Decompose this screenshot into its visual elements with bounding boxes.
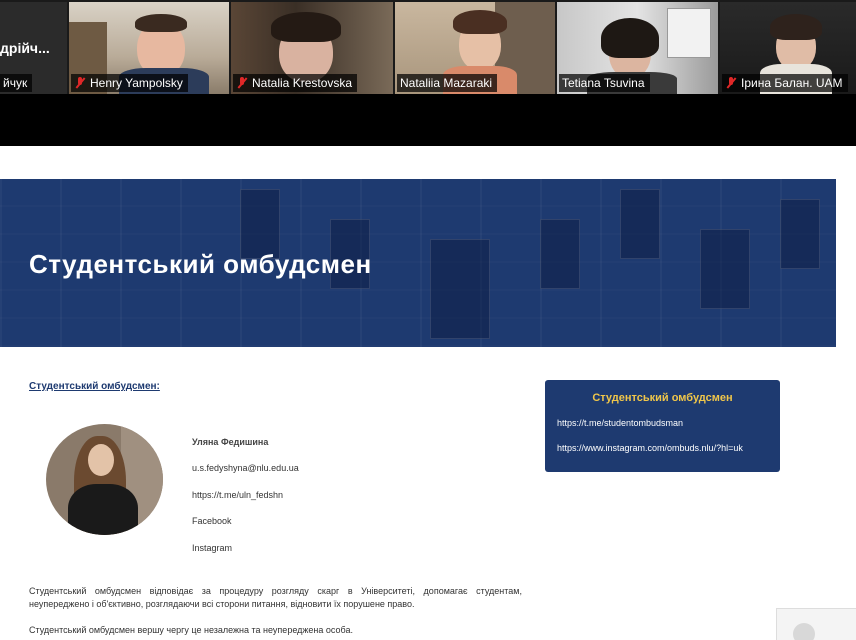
page-title: Студентський омбудсмен <box>29 249 372 279</box>
participant-name-label: Tetiana Tsuvina <box>559 74 650 92</box>
participant-hair <box>453 10 507 34</box>
participant-hair <box>770 14 822 40</box>
description-paragraph: Студентський омбудсмен відповідає за про… <box>29 586 522 609</box>
participant-name: Tetiana Tsuvina <box>562 76 645 90</box>
participant-name: Nataliia Mazaraki <box>400 76 493 90</box>
contact-facebook-link[interactable]: Facebook <box>192 516 232 526</box>
participant-tile[interactable]: Ірина Балан. UAM <box>720 2 856 94</box>
section-label[interactable]: Студентський омбудсмен: <box>29 381 160 392</box>
participant-hair <box>601 18 659 58</box>
banner-window <box>540 219 580 289</box>
participant-tile[interactable]: Nataliia Mazaraki <box>395 2 555 94</box>
shared-screen: Студентський омбудсмен Студентський омбу… <box>0 146 856 640</box>
banner-window <box>620 189 660 259</box>
photo-face <box>88 444 114 476</box>
participant-name-label: Henry Yampolsky <box>71 74 188 92</box>
card-telegram-link[interactable]: https://t.me/studentombudsman <box>557 418 683 428</box>
participant-name-label: Ірина Балан. UAM <box>722 74 848 92</box>
participant-name-label: Nataliia Mazaraki <box>397 74 498 92</box>
participant-hair <box>271 12 341 42</box>
contact-email[interactable]: u.s.fedyshyna@nlu.edu.ua <box>192 463 299 473</box>
photo-coat <box>68 484 138 535</box>
banner-window <box>430 239 490 339</box>
page-banner: Студентський омбудсмен <box>0 179 836 347</box>
banner-window <box>780 199 820 269</box>
participant-strip: дрійч... йчук Henry Yampolsky Natalia Kr… <box>0 0 856 94</box>
card-instagram-link[interactable]: https://www.instagram.com/ombuds.nlu/?hl… <box>557 443 743 453</box>
participant-tile-active-speaker[interactable]: Tetiana Tsuvina <box>557 2 718 94</box>
participant-name: Natalia Krestovska <box>252 76 353 90</box>
mic-muted-icon <box>725 77 737 89</box>
mic-muted-icon <box>236 77 248 89</box>
participant-name-label: Natalia Krestovska <box>233 74 358 92</box>
participant-name-partial: дрійч... <box>0 40 50 56</box>
participant-name: Henry Yampolsky <box>90 76 183 90</box>
zoom-meeting-window: дрійч... йчук Henry Yampolsky Natalia Kr… <box>0 0 856 640</box>
participant-name: йчук <box>3 76 28 90</box>
ombudsman-photo <box>46 424 163 535</box>
contact-telegram-link[interactable]: https://t.me/uln_fedshn <box>192 490 283 500</box>
participant-tile[interactable]: Henry Yampolsky <box>69 2 229 94</box>
banner-window <box>700 229 750 309</box>
contact-instagram-link[interactable]: Instagram <box>192 543 232 553</box>
participant-name: Ірина Балан. UAM <box>741 76 843 90</box>
contact-name: Уляна Федишина <box>192 437 269 447</box>
wall-frame <box>667 8 711 58</box>
corner-widget[interactable] <box>776 608 856 640</box>
description-paragraph-2: Студентський омбудсмен вершу чергу це не… <box>29 625 353 635</box>
participant-tile[interactable]: Natalia Krestovska <box>231 2 393 94</box>
card-title: Студентський омбудсмен <box>592 392 733 404</box>
participant-hair <box>135 14 187 32</box>
mic-muted-icon <box>74 77 86 89</box>
participant-name-label: йчук <box>0 74 33 92</box>
links-card: Студентський омбудсмен https://t.me/stud… <box>545 380 780 472</box>
participant-tile[interactable]: дрійч... йчук <box>0 2 67 94</box>
accessibility-icon[interactable] <box>793 623 815 640</box>
